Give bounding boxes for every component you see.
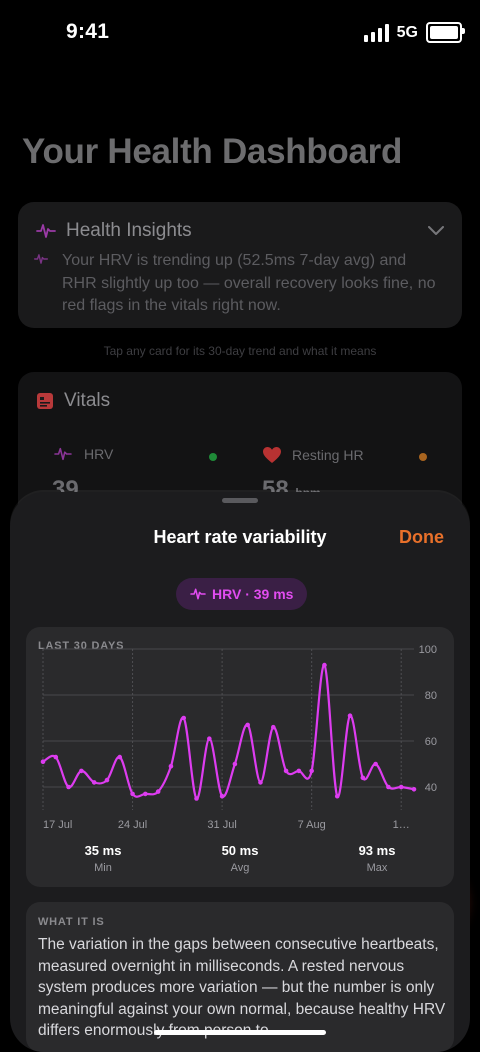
heartbeat-icon xyxy=(190,588,206,600)
hrv-data-point xyxy=(91,780,97,785)
hrv-status-dot xyxy=(209,453,217,461)
battery-full-icon xyxy=(426,22,465,43)
hrv-data-point xyxy=(373,761,378,767)
hrv-value-pill: HRV · 39 ms xyxy=(176,578,308,610)
hrv-data-point xyxy=(219,793,225,799)
hrv-data-point xyxy=(79,768,84,774)
vital-resting-hr[interactable]: Resting HR xyxy=(262,446,364,464)
hrv-data-point xyxy=(283,768,289,774)
chevron-down-icon[interactable] xyxy=(428,220,444,241)
hrv-data-point xyxy=(322,662,327,668)
resting-hr-status-dot xyxy=(419,453,427,461)
x-tick-label: 1… xyxy=(393,819,410,831)
y-tick-label: 60 xyxy=(425,736,437,748)
stat-avg: 50 ms Avg xyxy=(190,843,290,874)
vital-hrv-label: HRV xyxy=(84,446,114,462)
network-label: 5G xyxy=(396,23,418,41)
hrv-data-point xyxy=(232,761,238,767)
insights-body: Your HRV is trending up (52.5ms 7-day av… xyxy=(62,252,436,314)
vital-resting-hr-label: Resting HR xyxy=(292,447,364,463)
heart-icon xyxy=(263,447,281,463)
hrv-data-point xyxy=(386,784,391,790)
y-tick-label: 80 xyxy=(425,690,437,702)
hrv-data-point xyxy=(181,715,187,721)
sheet-grabber[interactable] xyxy=(222,498,258,503)
stat-max: 93 ms Max xyxy=(327,843,427,874)
y-tick-label: 100 xyxy=(419,644,437,656)
stat-avg-label: Avg xyxy=(230,862,250,874)
hrv-data-point xyxy=(296,768,302,774)
hrv-data-point xyxy=(168,764,174,769)
vitals-title: Vitals xyxy=(64,390,111,411)
y-tick-label: 40 xyxy=(425,782,437,794)
hrv-data-point xyxy=(104,777,110,783)
hrv-data-point xyxy=(40,759,46,764)
done-button[interactable]: Done xyxy=(399,527,444,548)
stat-max-value: 93 ms xyxy=(358,843,396,858)
hrv-data-point xyxy=(270,724,276,730)
trend-chart-card: LAST 30 DAYS 40 60 80 100 17 Jul 24 Jul 31 Jul… xyxy=(26,627,454,887)
hint-text: Tap any card for its 30-day trend and wh… xyxy=(103,344,377,358)
hrv-data-point xyxy=(66,784,71,790)
heartbeat-icon xyxy=(54,447,72,461)
vitals-header: Vitals xyxy=(36,390,110,412)
what-it-is-label: WHAT IT IS xyxy=(38,916,105,928)
hrv-data-point xyxy=(347,713,353,718)
x-tick-label: 24 Jul xyxy=(118,819,147,831)
stat-avg-value: 50 ms xyxy=(221,843,259,858)
signal-bars-icon xyxy=(363,23,389,42)
hrv-data-point xyxy=(207,736,212,741)
stat-min: 35 ms Min xyxy=(53,843,153,874)
insights-header: Health Insights xyxy=(36,220,192,242)
x-tick-label: 31 Jul xyxy=(207,819,236,831)
hrv-data-point xyxy=(334,793,340,799)
hrv-data-point xyxy=(155,789,161,794)
hrv-series-line xyxy=(42,663,415,800)
home-indicator[interactable] xyxy=(154,1030,326,1035)
hrv-data-point xyxy=(398,784,404,790)
status-bar: 9:41 5G xyxy=(0,0,480,64)
hrv-data-point xyxy=(53,754,59,760)
status-time: 9:41 xyxy=(66,20,110,43)
stat-min-value: 35 ms xyxy=(84,843,122,858)
insights-title: Health Insights xyxy=(66,220,192,241)
hrv-data-point xyxy=(194,796,199,801)
hrv-data-point xyxy=(309,768,314,774)
stat-max-label: Max xyxy=(366,862,388,874)
hrv-data-point xyxy=(245,722,250,728)
hrv-pill-label: HRV · 39 ms xyxy=(212,586,294,602)
heartbeat-icon xyxy=(36,224,56,238)
health-insights-card[interactable]: Health Insights Your HRV is trending up … xyxy=(18,202,462,328)
hrv-data-point xyxy=(117,754,123,760)
x-tick-label: 7 Aug xyxy=(298,819,326,831)
id-card-icon xyxy=(37,393,53,409)
vital-hrv[interactable]: HRV xyxy=(52,446,113,462)
hrv-data-point xyxy=(258,780,263,785)
hrv-data-point xyxy=(360,775,366,781)
chart-stats: 35 ms Min 50 ms Avg 93 ms Max xyxy=(26,843,454,883)
hrv-data-point xyxy=(411,787,417,792)
heartbeat-icon xyxy=(34,254,48,264)
page-title: Your Health Dashboard xyxy=(22,132,403,171)
hrv-line-chart: 40 60 80 100 17 Jul 24 Jul 31 Jul 7 Aug 1… xyxy=(40,644,437,831)
what-it-is-body: The variation in the gaps between consec… xyxy=(38,936,446,1039)
stat-min-label: Min xyxy=(94,862,112,874)
x-tick-label: 17 Jul xyxy=(43,819,72,831)
hrv-data-point xyxy=(143,791,148,797)
hrv-data-point xyxy=(130,791,135,797)
hrv-detail-sheet: Heart rate variability Done HRV · 39 ms … xyxy=(10,492,470,1052)
status-right: 5G xyxy=(363,22,465,43)
